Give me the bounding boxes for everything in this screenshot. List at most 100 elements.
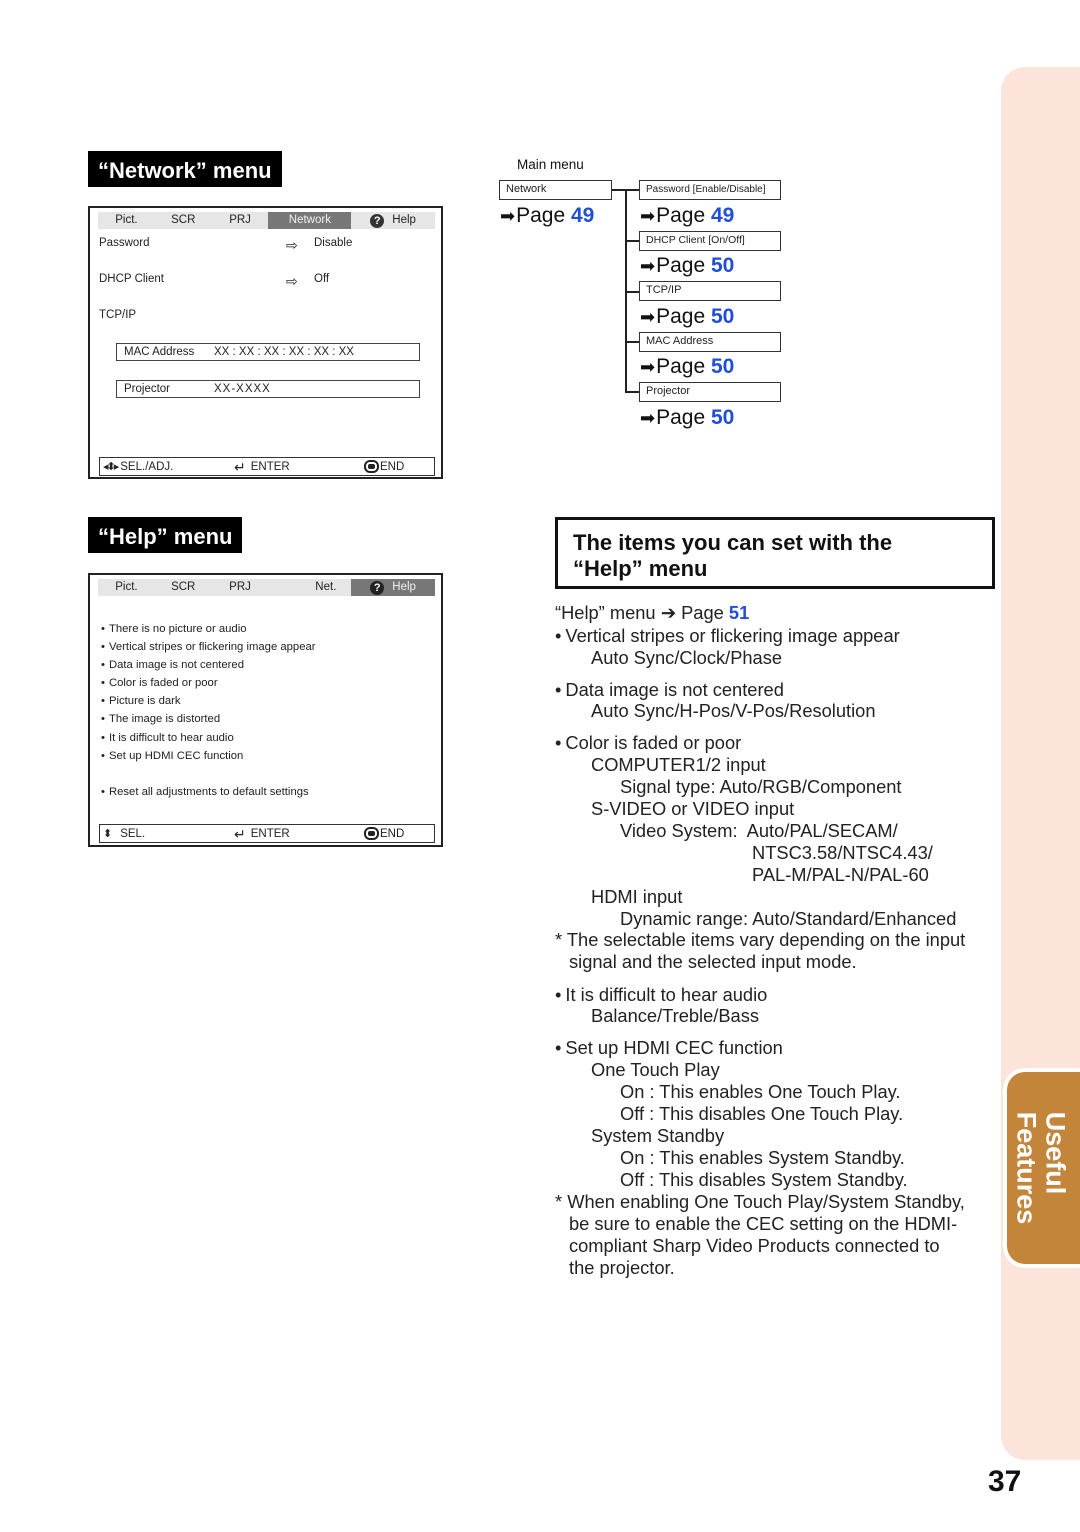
items-heading: The items you can set with the “Help” me… [555,517,995,589]
item-detail: Auto Sync/Clock/Phase [591,647,783,668]
network-menu-tabs: Pict. SCR PRJ Network ? Help [98,212,435,229]
help-item[interactable]: There is no picture or audio [101,620,316,638]
tree-branch [625,291,640,293]
enter-icon: ↵ [234,825,246,842]
network-menu-footer: ◂⬍▸ SEL./ADJ. ↵ ENTER END [99,457,435,476]
item-detail: Signal type: Auto/RGB/Component [620,776,902,797]
mac-address-field: MAC Address XX : XX : XX : XX : XX : XX [116,343,420,361]
right-arrow-icon: ➡ [640,408,656,428]
tree-branch [625,240,640,242]
footnote-cec-cont: compliant Sharp Video Products connected… [569,1235,940,1256]
tab-network[interactable]: Network [268,212,352,229]
item-detail: HDMI input [591,886,683,907]
network-menu-title: “Network” menu [88,151,282,187]
page-ref-network[interactable]: ➡Page 49 [500,204,594,228]
dhcp-client-label: DHCP Client [99,273,164,285]
network-menu-screen: Pict. SCR PRJ Network ? Help Password ⇨ D… [88,206,443,479]
item-difficult-to-hear-audio: It is difficult to hear audio [555,984,767,1006]
tab-net[interactable]: Net. [268,579,351,596]
footnote-cec-cont: the projector. [569,1257,675,1278]
help-menu-title: “Help” menu [88,517,243,553]
tab-help-label: Help [392,581,416,593]
help-item-reset[interactable]: Reset all adjustments to default setting… [101,783,309,801]
item-hdmi-cec: Set up HDMI CEC function [555,1037,782,1059]
item-detail: Off : This disables One Touch Play. [620,1103,904,1124]
help-item[interactable]: Vertical stripes or flickering image app… [101,638,316,656]
item-detail: COMPUTER1/2 input [591,754,766,775]
chapter-tab-label-line1: Useful [1040,1111,1070,1195]
up-down-arrow-icon: ⬍ [103,827,113,840]
password-value[interactable]: Disable [314,237,352,249]
help-menu-footer: ⬍ SEL. ↵ ENTER END [99,824,435,843]
tree-branch [625,341,640,343]
footer-end: END [380,827,405,840]
item-detail: On : This enables One Touch Play. [620,1081,901,1102]
help-item[interactable]: It is difficult to hear audio [101,729,316,747]
help-item[interactable]: Color is faded or poor [101,674,316,692]
tree-node-projector: Projector [639,382,781,402]
help-item[interactable]: Picture is dark [101,692,316,710]
dhcp-client-value[interactable]: Off [314,273,329,285]
footer-sel: SEL. [120,827,146,840]
item-detail: On : This enables System Standby. [620,1147,905,1168]
item-detail: S-VIDEO or VIDEO input [591,798,795,819]
page-ref-projector[interactable]: ➡Page 50 [640,406,734,430]
help-menu-tabs: Pict. SCR PRJ Net. ? Help [98,579,435,596]
item-detail: Dynamic range: Auto/Standard/Enhanced [620,908,957,929]
help-item[interactable]: Set up HDMI CEC function [101,747,316,765]
item-detail: Balance/Treble/Bass [591,1005,760,1026]
password-label: Password [99,237,150,249]
items-heading-line2: “Help” menu [573,556,708,581]
tab-help-label: Help [392,214,416,226]
projector-name-field: Projector XX-XXXX [116,380,420,398]
footnote-selectable-items-cont: signal and the selected input mode. [569,951,857,972]
help-item[interactable]: Data image is not centered [101,656,316,674]
tab-scr[interactable]: SCR [155,212,212,229]
tab-pict[interactable]: Pict. [98,212,155,229]
tcpip-label[interactable]: TCP/IP [99,309,136,321]
tab-prj[interactable]: PRJ [212,579,269,596]
tree-node-network: Network [499,180,612,200]
item-detail: Off : This disables System Standby. [620,1169,908,1190]
right-arrow-icon: ➡ [640,206,656,226]
help-item[interactable]: The image is distorted [101,710,316,728]
tree-node-mac-address: MAC Address [639,332,781,352]
tree-node-tcpip: TCP/IP [639,281,781,301]
hollow-right-arrow-icon: ⇨ [286,237,298,253]
item-data-image-not-centered: Data image is not centered [555,679,783,701]
right-arrow-icon: ➔ [660,602,677,623]
tab-pict[interactable]: Pict. [98,579,155,596]
tab-help[interactable]: ? Help [351,579,435,596]
footer-sel-adj: SEL./ADJ. [120,460,174,473]
main-menu-label: Main menu [517,157,584,172]
mac-address-label: MAC Address [124,346,195,358]
right-arrow-icon: ➡ [640,256,656,276]
tab-scr[interactable]: SCR [155,579,212,596]
tree-node-password: Password [Enable/Disable] [639,180,781,200]
page-ref-dhcp-client[interactable]: ➡Page 50 [640,254,734,278]
help-items-list: There is no picture or audio Vertical st… [101,620,316,765]
footnote-selectable-items: * The selectable items vary depending on… [555,929,966,950]
tab-prj[interactable]: PRJ [212,212,269,229]
footer-enter: ENTER [250,827,290,840]
items-heading-line1: The items you can set with the [573,530,893,555]
hollow-right-arrow-icon: ⇨ [286,273,298,289]
help-reset-list: Reset all adjustments to default setting… [101,783,309,801]
tab-help[interactable]: ? Help [351,212,435,229]
item-detail: Auto Sync/H-Pos/V-Pos/Resolution [591,700,876,721]
page-ref-tcpip[interactable]: ➡Page 50 [640,305,734,329]
item-detail: PAL-M/PAL-N/PAL-60 [752,864,929,885]
item-detail: NTSC3.58/NTSC4.43/ [752,842,933,863]
help-menu-page-ref[interactable]: “Help” menu ➔ Page 51 [555,602,749,624]
page-ref-password[interactable]: ➡Page 49 [640,204,734,228]
page-ref-mac-address[interactable]: ➡Page 50 [640,355,734,379]
enter-icon: ↵ [234,458,246,475]
end-button-icon [364,827,379,840]
tree-branch [625,391,640,393]
item-detail: One Touch Play [591,1059,720,1080]
item-vertical-stripes: Vertical stripes or flickering image app… [555,625,899,647]
chapter-tab-label-line2: Features [1011,1111,1041,1225]
right-arrow-icon: ➡ [640,357,656,377]
page-number: 37 [988,1465,1022,1498]
help-menu-screen: Pict. SCR PRJ Net. ? Help There is no pic… [88,573,443,847]
